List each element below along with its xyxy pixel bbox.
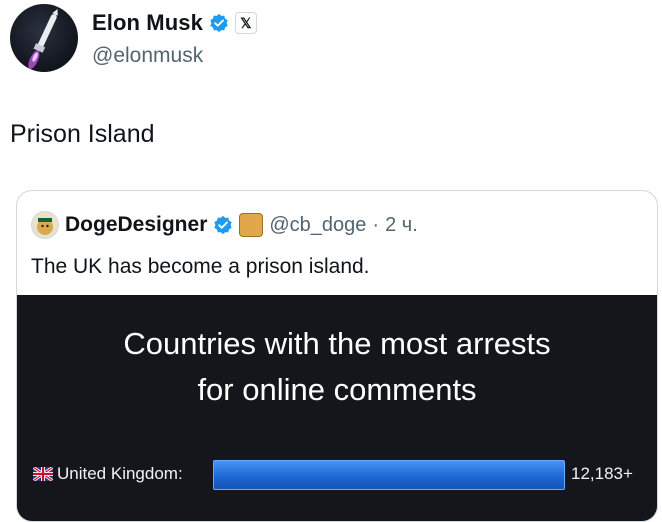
chart-bar-row: United Kingdom: 12,183+ (29, 458, 649, 494)
doge-affiliation-icon[interactable] (239, 213, 264, 237)
quoted-author-avatar[interactable] (31, 211, 59, 239)
author-avatar[interactable] (10, 4, 78, 72)
chart-title-line-2: for online comments (197, 372, 477, 407)
quoted-tweet-card[interactable]: DogeDesigner @cb_doge · 2 ч. The UK has … (16, 190, 658, 522)
author-name-row: Elon Musk 𝕏 (92, 10, 257, 36)
rocket-icon (28, 8, 58, 69)
tweet-text: Prison Island (10, 120, 155, 148)
author-name[interactable]: Elon Musk (92, 10, 203, 36)
x-affiliation-icon[interactable]: 𝕏 (234, 12, 257, 34)
dot-separator: · (372, 213, 380, 236)
quoted-tweet-image[interactable]: Countries with the most arrests for onli… (17, 295, 657, 521)
quoted-author-handle[interactable]: @cb_doge (269, 214, 366, 237)
author-handle[interactable]: @elonmusk (92, 44, 203, 68)
quoted-tweet-time[interactable]: 2 ч. (385, 214, 418, 237)
chart-category-label: United Kingdom: (57, 464, 183, 483)
quoted-tweet-header: DogeDesigner @cb_doge · 2 ч. (31, 211, 418, 239)
chart-title-line-1: Countries with the most arrests (123, 326, 551, 361)
uk-flag-icon (33, 467, 53, 481)
chart-value-label: 12,183+ (571, 464, 633, 483)
quoted-tweet-text: The UK has become a prison island. (31, 255, 370, 278)
verified-badge-icon[interactable] (213, 215, 233, 235)
quoted-author-name[interactable]: DogeDesigner (65, 213, 207, 237)
doge-avatar-icon (37, 218, 53, 235)
verified-badge-icon[interactable] (209, 13, 229, 33)
chart-bar-united-kingdom (213, 460, 565, 490)
